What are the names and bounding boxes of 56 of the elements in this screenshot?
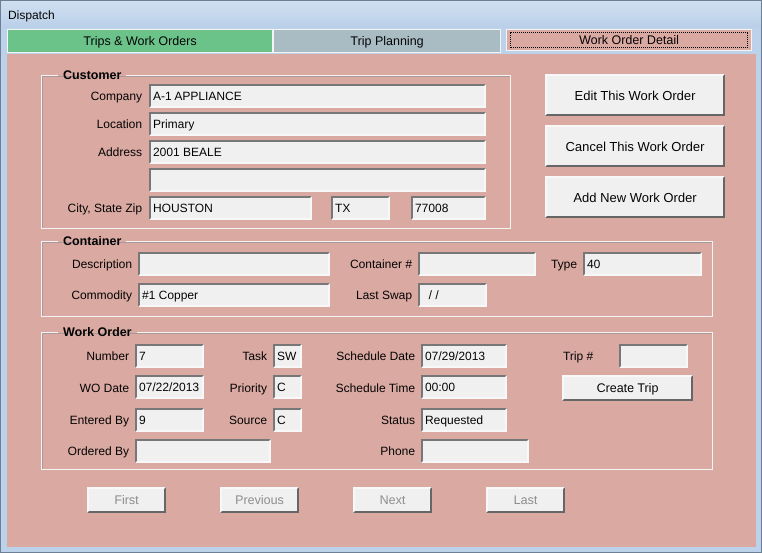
text-field[interactable]: 9 [135,408,204,432]
field-label: Status [380,413,415,427]
field-label: Location [96,117,142,131]
field-label: Trip # [563,349,594,363]
text-field[interactable]: 40 [583,252,702,276]
text-field[interactable]: / / [418,283,487,307]
text-field[interactable]: 00:00 [421,375,507,399]
tab[interactable]: Trips & Work Orders [7,29,273,53]
text-field[interactable]: Requested [421,408,507,432]
field-label: Phone [379,444,415,458]
text-field[interactable]: Primary [149,112,486,136]
field-label: Source [228,413,267,427]
group-title: Container [62,234,122,248]
window-title: Dispatch [8,8,55,22]
field-label: Address [96,145,142,159]
text-field[interactable]: 7 [135,344,204,368]
group-title: Customer [62,68,122,82]
text-field[interactable]: A-1 APPLIANCE [149,84,486,108]
field-label: WO Date [78,381,129,395]
action-button[interactable]: Edit This Work Order [545,74,725,116]
text-field[interactable]: 07/29/2013 [421,344,507,368]
text-field[interactable]: #1 Copper [138,283,330,307]
field-label: Task [241,349,267,363]
field-label: Commodity [70,288,132,302]
field-label: Container # [348,257,412,271]
field-label: Type [550,257,577,271]
text-field[interactable] [418,252,536,276]
field-label: Number [85,349,129,363]
text-field[interactable]: HOUSTON [149,196,312,220]
field-label: Last Swap [354,288,412,302]
field-label: Company [90,89,142,103]
field-label: Schedule Date [335,349,415,363]
text-field[interactable]: SW [273,344,302,368]
text-field[interactable] [421,439,529,463]
text-field[interactable] [619,344,688,368]
field-label: Schedule Time [334,381,415,395]
text-field[interactable]: 07/22/2013 [135,375,204,399]
text-field[interactable] [135,439,271,463]
field-label: City, State Zip [66,201,142,215]
create-trip-button[interactable]: Create Trip [562,375,693,401]
action-button[interactable]: Add New Work Order [545,176,725,218]
tab[interactable]: Trip Planning [273,29,501,53]
field-label: Entered By [68,413,129,427]
text-field[interactable]: 77008 [411,196,486,220]
text-field[interactable]: TX [331,196,390,220]
tab[interactable]: Work Order Detail [506,29,752,51]
text-field[interactable] [138,252,330,276]
field-label: Ordered By [66,444,129,458]
text-field[interactable] [149,168,486,192]
field-label: Priority [228,381,267,395]
field-label: Description [70,257,132,271]
text-field[interactable]: C [273,375,302,399]
text-field[interactable]: C [273,408,302,432]
text-field[interactable]: 2001 BEALE [149,140,486,164]
action-button[interactable]: Cancel This Work Order [545,125,725,167]
group-title: Work Order [62,325,133,339]
